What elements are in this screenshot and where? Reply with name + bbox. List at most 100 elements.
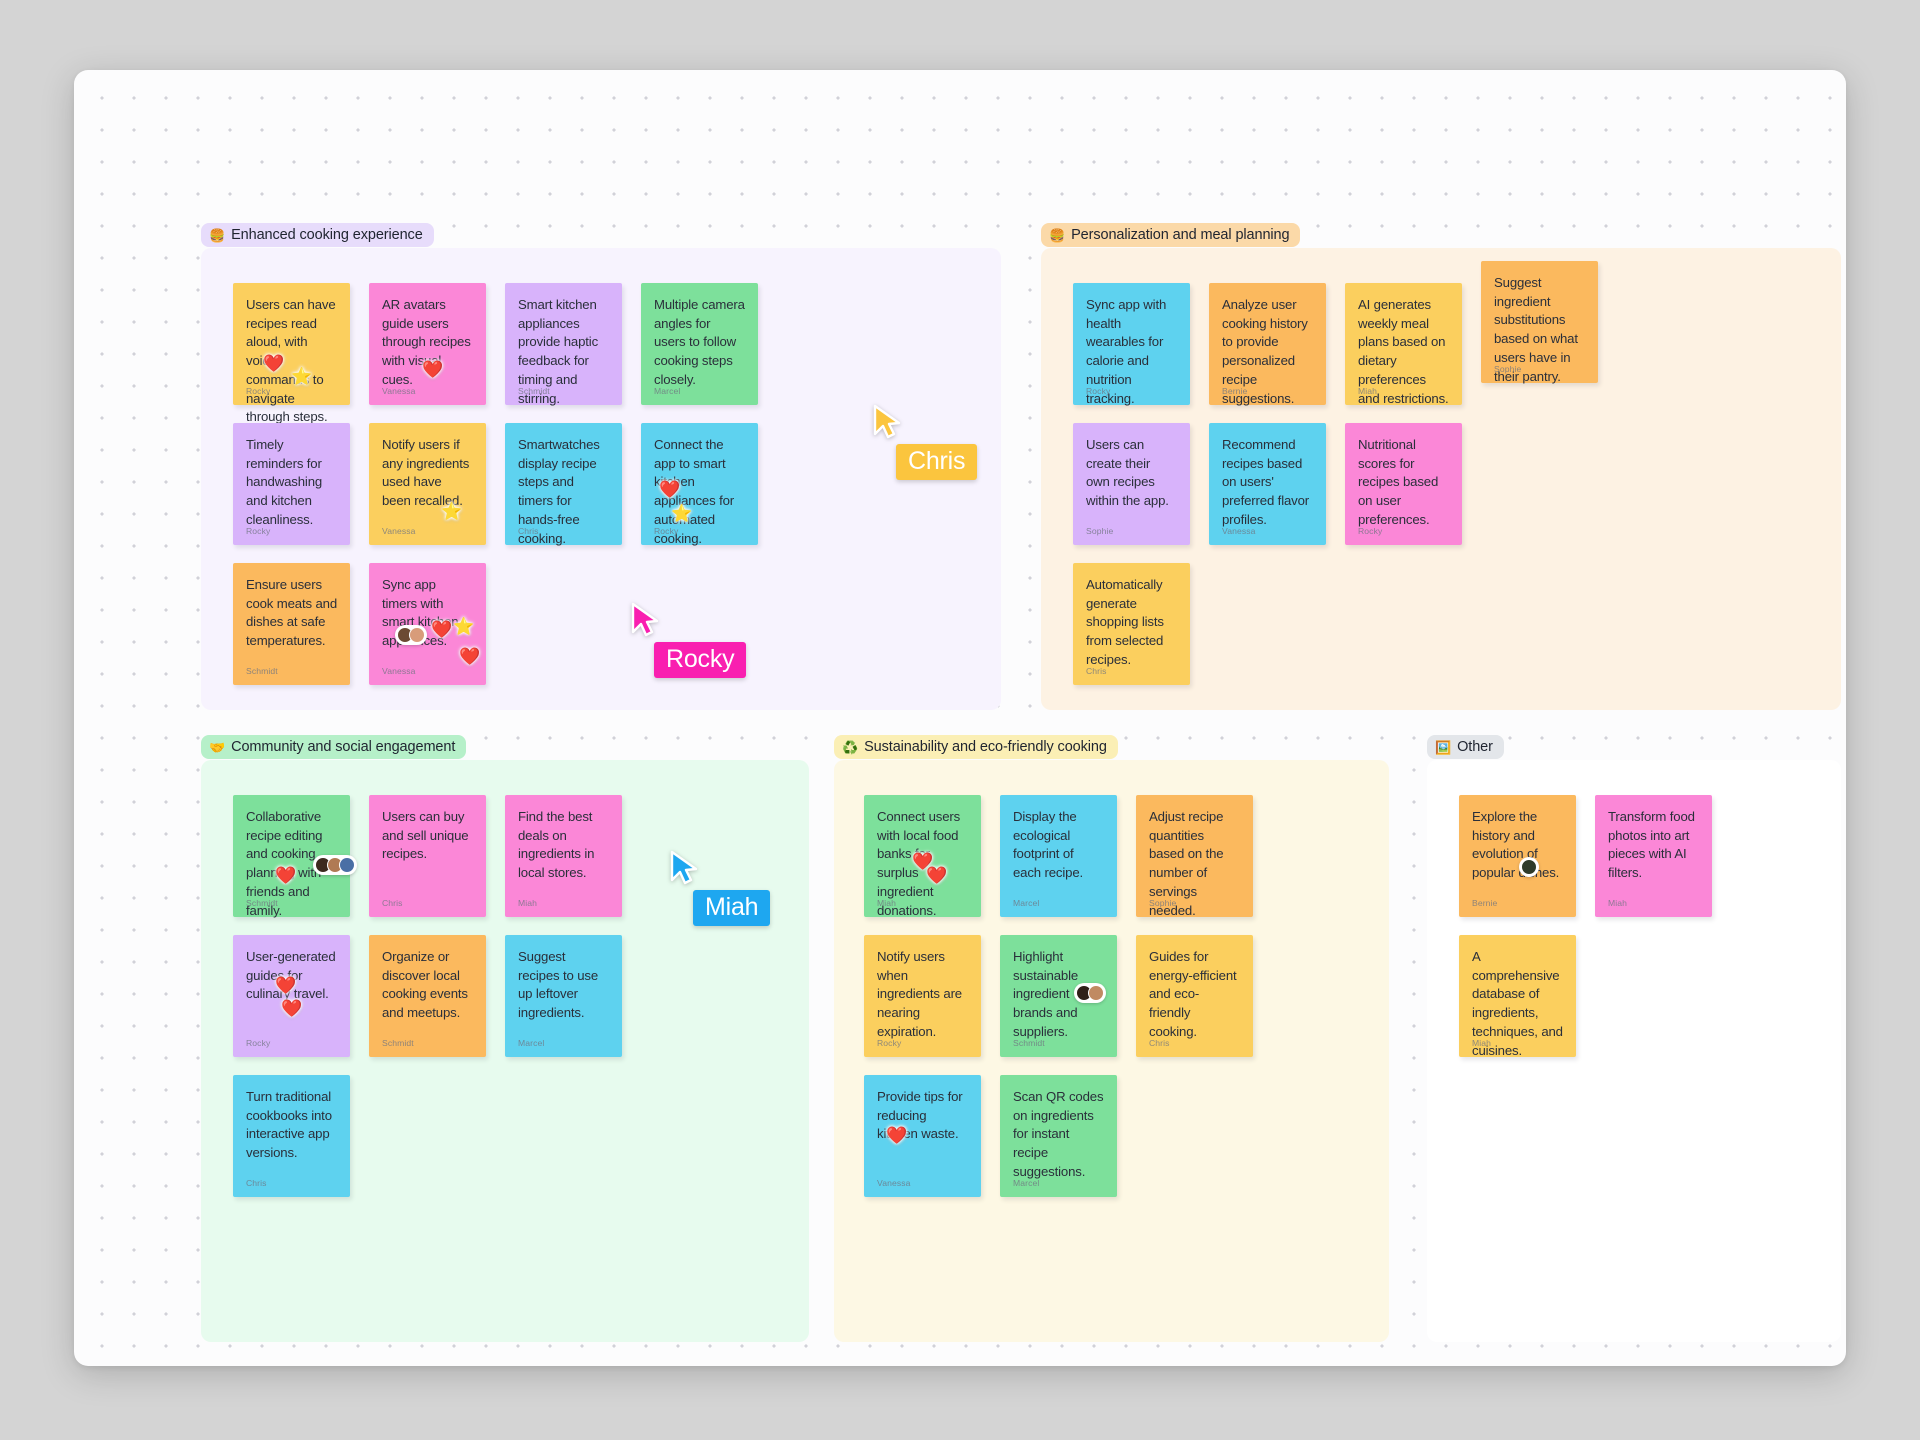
frame-label-text: Community and social engagement (231, 739, 456, 755)
frame-title-personalization-and-meal-planning[interactable]: 🍔 Personalization and meal planning (1041, 223, 1301, 247)
sticky-note-author: Schmidt (246, 666, 278, 676)
sticky-note-author: Schmidt (246, 898, 278, 908)
frame-community-and-social-engagement[interactable]: 🤝 Community and social engagement Collabor… (201, 735, 809, 1342)
sticky-note[interactable]: Smart kitchen appliances provide haptic … (505, 283, 622, 406)
cursor-pointer-icon (670, 850, 698, 885)
sticky-note[interactable]: Provide tips for reducing kitchen waste.… (864, 1075, 981, 1197)
sticky-note-text: Nutritional scores for recipes based on … (1358, 437, 1442, 527)
sticky-note-author: Rocky (246, 526, 271, 536)
avatar-group[interactable] (1074, 983, 1106, 1003)
sticky-note-author: Rocky (246, 386, 271, 396)
sticky-note-author: Chris (382, 898, 403, 908)
sticky-note[interactable]: Notify users if any ingredients used hav… (369, 423, 486, 545)
sticky-note[interactable]: Collaborative recipe editing and cooking… (233, 795, 357, 918)
sticky-note[interactable]: Automatically generate shopping lists fr… (1073, 563, 1190, 685)
star-reaction-icon[interactable]: ⭐ (671, 505, 692, 522)
sticky-note-text: Multiple camera angles for users to foll… (654, 297, 749, 387)
frame-label-text: Other (1457, 739, 1493, 755)
sticky-note[interactable]: Find the best deals on ingredients in lo… (505, 795, 622, 917)
frame-title-other[interactable]: 🖼️ Other (1427, 735, 1504, 759)
sticky-note[interactable]: AI generates weekly meal plans based on … (1345, 283, 1462, 406)
sticky-note[interactable]: Suggest ingredient substitutions based o… (1481, 261, 1598, 384)
sticky-note-author: Rocky (1086, 386, 1111, 396)
frame-sustainability-and-eco-friendly-cooking[interactable]: ♻️ Sustainability and eco-friendly cookin… (834, 735, 1389, 1342)
sticky-note-author: Sophie (1494, 364, 1522, 374)
sticky-note[interactable]: Scan QR codes on ingredients for instant… (1000, 1075, 1117, 1197)
avatar-group[interactable] (1519, 857, 1539, 877)
sticky-note[interactable]: Users can buy and sell unique recipes. Ch… (369, 795, 486, 917)
sticky-note[interactable]: Users can have recipes read aloud, with … (233, 283, 350, 424)
heart-reaction-icon[interactable]: ❤️ (459, 648, 480, 665)
sticky-note[interactable]: Notify users when ingredients are nearin… (864, 935, 981, 1057)
star-reaction-icon[interactable]: ⭐ (291, 368, 312, 385)
sticky-note[interactable]: Sync app timers with smart kitchen appli… (369, 563, 486, 685)
heart-reaction-icon[interactable]: ❤️ (275, 977, 296, 994)
sticky-note[interactable]: Turn traditional cookbooks into interact… (233, 1075, 350, 1197)
sticky-note-author: Marcel (654, 386, 681, 396)
heart-reaction-icon[interactable]: ❤️ (422, 361, 443, 378)
sticky-note-author: Schmidt (1013, 1038, 1045, 1048)
sticky-note[interactable]: A comprehensive database of ingredients,… (1459, 935, 1576, 1058)
sticky-note[interactable]: Smartwatches display recipe steps and ti… (505, 423, 622, 546)
star-reaction-icon[interactable]: ⭐ (453, 618, 474, 635)
sticky-note[interactable]: Adjust recipe quantities based on the nu… (1136, 795, 1253, 918)
sticky-note[interactable]: Timely reminders for handwashing and kit… (233, 423, 350, 545)
star-reaction-icon[interactable]: ⭐ (441, 503, 462, 520)
frame-personalization-and-meal-planning[interactable]: 🍔 Personalization and meal planning Sync a… (1041, 223, 1841, 710)
avatar-group[interactable] (395, 625, 427, 645)
sticky-note[interactable]: Sync app with health wearables for calor… (1073, 283, 1190, 406)
sticky-note-text: Users can have recipes read aloud, with … (246, 297, 340, 425)
sticky-note[interactable]: Explore the history and evolution of pop… (1459, 795, 1576, 917)
sticky-note[interactable]: Connect the app to smart kitchen applian… (641, 423, 758, 546)
heart-reaction-icon[interactable]: ❤️ (281, 1000, 302, 1017)
sticky-note[interactable]: Multiple camera angles for users to foll… (641, 283, 758, 405)
heart-reaction-icon[interactable]: ❤️ (659, 481, 680, 498)
sticky-note[interactable]: Suggest recipes to use up leftover ingre… (505, 935, 622, 1057)
sticky-note[interactable]: Nutritional scores for recipes based on … (1345, 423, 1462, 545)
sticky-note-author: Chris (246, 1178, 267, 1188)
sticky-note[interactable]: Guides for energy-efficient and eco-frie… (1136, 935, 1253, 1057)
heart-reaction-icon[interactable]: ❤️ (263, 355, 284, 372)
sticky-note-text: Timely reminders for handwashing and kit… (246, 437, 326, 527)
frame-title-enhanced-cooking-experience[interactable]: 🍔 Enhanced cooking experience (201, 223, 434, 247)
sticky-note-author: Miah (1608, 898, 1628, 908)
heart-reaction-icon[interactable]: ❤️ (275, 867, 296, 884)
sticky-note[interactable]: Highlight sustainable ingredient brands … (1000, 935, 1117, 1057)
sticky-note[interactable]: Users can create their own recipes withi… (1073, 423, 1190, 545)
sticky-note[interactable]: User-generated guides for culinary trave… (233, 935, 350, 1057)
cursor-chris: Chris (872, 404, 978, 481)
sticky-note[interactable]: Connect users with local food banks for … (864, 795, 981, 918)
frame-enhanced-cooking-experience[interactable]: 🍔 Enhanced cooking experience Users can ha… (201, 223, 1001, 710)
frame-other[interactable]: 🖼️ Other Explore the history and evolution… (1427, 735, 1841, 1342)
frame-title-sustainability-and-eco-friendly-cooking[interactable]: ♻️ Sustainability and eco-friendly cookin… (834, 735, 1118, 759)
sticky-note[interactable]: Display the ecological footprint of each… (1000, 795, 1117, 917)
sticky-note-author: Rocky (654, 526, 679, 536)
whiteboard-canvas[interactable]: 🍔 Enhanced cooking experience Users can ha… (74, 70, 1846, 1366)
sticky-note[interactable]: Analyze user cooking history to provide … (1209, 283, 1326, 406)
heart-reaction-icon[interactable]: ❤️ (886, 1127, 907, 1144)
sticky-note[interactable]: AR avatars guide users through recipes w… (369, 283, 486, 405)
sticky-note-author: Chris (518, 526, 539, 536)
heart-reaction-icon[interactable]: ❤️ (926, 867, 947, 884)
sticky-note-author: Rocky (1358, 526, 1383, 536)
sticky-note-author: Vanessa (382, 526, 416, 536)
frame-label-text: Enhanced cooking experience (231, 227, 423, 243)
sticky-note[interactable]: Ensure users cook meats and dishes at sa… (233, 563, 350, 685)
cursor-pointer-icon (873, 404, 901, 439)
sticky-note[interactable]: Recommend recipes based on users' prefer… (1209, 423, 1326, 545)
frame-label-text: Personalization and meal planning (1071, 227, 1290, 243)
avatar (1521, 859, 1537, 875)
heart-reaction-icon[interactable]: ❤️ (431, 621, 452, 638)
frame-emoji-icon: 🖼️ (1435, 739, 1452, 755)
sticky-note-author: Rocky (246, 1038, 271, 1048)
sticky-note-author: Miah (1358, 386, 1378, 396)
avatar-group[interactable] (313, 855, 357, 875)
sticky-note[interactable]: Transform food photos into art pieces wi… (1595, 795, 1712, 917)
cursor-miah: Miah (669, 850, 771, 927)
frame-emoji-icon: 🤝 (209, 739, 226, 755)
sticky-note[interactable]: Organize or discover local cooking event… (369, 935, 486, 1057)
cursor-label-miah: Miah (693, 890, 771, 927)
frame-title-community-and-social-engagement[interactable]: 🤝 Community and social engagement (201, 735, 467, 759)
sticky-note-author: Marcel (1013, 898, 1040, 908)
cursor-rocky: Rocky (630, 602, 747, 679)
